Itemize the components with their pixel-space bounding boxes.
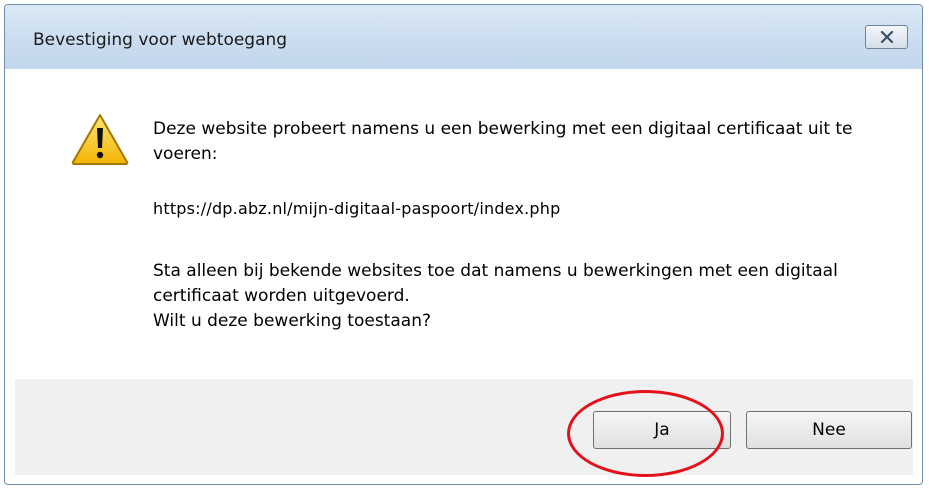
close-button[interactable] xyxy=(865,25,908,49)
dialog-content: Deze website probeert namens u een bewer… xyxy=(15,69,913,379)
dialog-title: Bevestiging voor webtoegang xyxy=(33,30,288,50)
message-question: Wilt u deze bewerking toestaan? xyxy=(153,311,431,331)
title-bar[interactable]: Bevestiging voor webtoegang xyxy=(5,5,922,69)
no-button[interactable]: Nee xyxy=(746,411,912,449)
warning-icon xyxy=(71,113,129,170)
website-url: https://dp.abz.nl/mijn-digitaal-paspoort… xyxy=(153,199,561,218)
red-circle-annotation xyxy=(567,390,724,477)
message-intro: Deze website probeert namens u een bewer… xyxy=(153,119,853,164)
close-x-icon xyxy=(880,31,893,43)
message-warning-line: Sta alleen bij bekende websites toe dat … xyxy=(153,261,838,306)
message-warning: Sta alleen bij bekende websites toe dat … xyxy=(153,259,893,334)
button-bar: Ja Nee xyxy=(15,379,913,475)
confirmation-dialog: Bevestiging voor webtoegang Deze website… xyxy=(4,4,923,485)
